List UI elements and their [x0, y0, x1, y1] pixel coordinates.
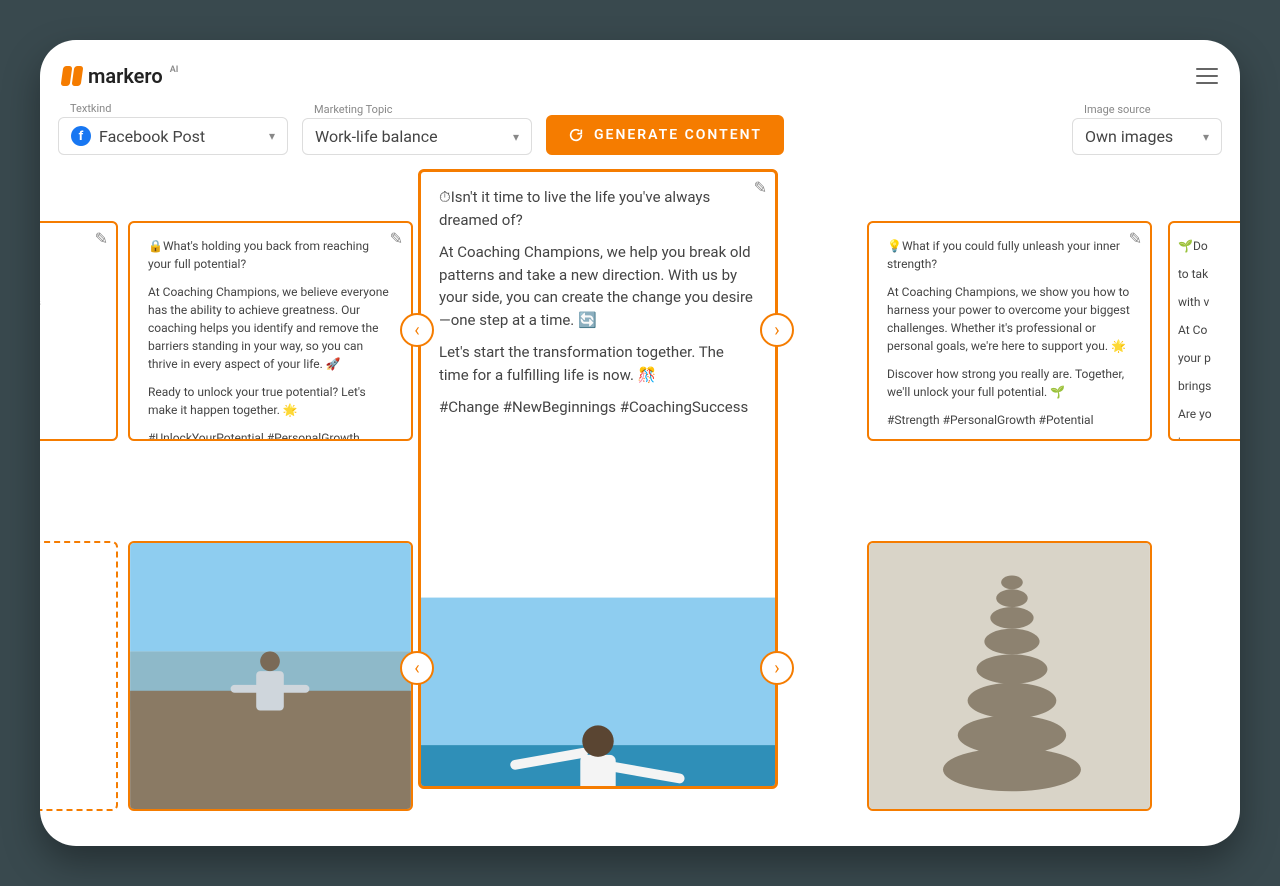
card-hashtags: #Strength #PersonalGrowth #Potential [887, 411, 1132, 429]
menu-icon[interactable] [1196, 68, 1218, 84]
refresh-icon [568, 127, 584, 143]
card-text: At Coaching Champions, we believe everyo… [148, 283, 393, 373]
card-text: At Co [1178, 321, 1240, 339]
center-image [421, 443, 775, 790]
pencil-icon[interactable]: ✎ [390, 229, 403, 248]
pencil-icon[interactable]: ✎ [754, 178, 767, 197]
card-text: Are yo [1178, 405, 1240, 423]
topic-field: Marketing Topic Work-life balance ▾ [302, 103, 532, 155]
card-text: 🌱Do [1178, 237, 1240, 255]
pencil-icon[interactable]: ✎ [95, 229, 108, 248]
pencil-icon[interactable]: ✎ [1129, 229, 1142, 248]
chevron-down-icon: ▾ [269, 129, 275, 143]
text-prev-button[interactable]: ‹ [400, 313, 434, 347]
brand-suffix: AI [170, 65, 179, 75]
card-text: At Coaching Champions, we show you how t… [887, 283, 1132, 355]
card-text: ns [40, 293, 98, 311]
chevron-down-icon: ▾ [513, 130, 519, 144]
image-prev-button[interactable]: ‹ [400, 651, 434, 685]
card-text: with v [1178, 293, 1240, 311]
card-text: n [40, 265, 98, 283]
text-card-left[interactable]: ✎ 🔒What's holding you back from reaching… [128, 221, 413, 441]
image-source-select[interactable]: Own images ▾ [1072, 118, 1222, 155]
card-text: journe [1178, 433, 1240, 441]
text-card-right[interactable]: ✎ 💡What if you could fully unleash your … [867, 221, 1152, 441]
image-next-button[interactable]: › [760, 651, 794, 685]
logo: markero AI [62, 64, 178, 88]
text-card-farright[interactable]: 🌱Do to tak with v At Co your p brings Ar… [1168, 221, 1240, 441]
text-card-farleft[interactable]: ✎ . n ns [40, 221, 118, 441]
textkind-field: Textkind f Facebook Post ▾ [58, 102, 288, 155]
brand-name: markero [88, 64, 163, 88]
card-text: brings [1178, 377, 1240, 395]
app-frame: markero AI Textkind f Facebook Post ▾ Mar… [40, 40, 1240, 846]
card-hashtags: #Change #NewBeginnings #CoachingSuccess [439, 396, 757, 419]
topic-select[interactable]: Work-life balance ▾ [302, 118, 532, 155]
toolbar: Textkind f Facebook Post ▾ Marketing Top… [58, 96, 1222, 173]
generate-button[interactable]: GENERATE CONTENT [546, 115, 784, 155]
card-text: At Coaching Champions, we help you break… [439, 241, 757, 331]
chevron-down-icon: ▾ [1203, 130, 1209, 144]
topic-label: Marketing Topic [302, 103, 532, 116]
topbar: markero AI [58, 64, 1222, 96]
image-source-value: Own images [1085, 127, 1173, 146]
image-source-field: Image source Own images ▾ [1072, 103, 1222, 155]
card-text: to tak [1178, 265, 1240, 283]
image-slot-left[interactable] [128, 541, 413, 811]
logo-mark [62, 66, 82, 86]
facebook-icon: f [71, 126, 91, 146]
content-carousel: ‹ › ‹ › ✎ . n ns ✎ 🔒What's holding you b… [58, 173, 1222, 793]
textkind-select[interactable]: f Facebook Post ▾ [58, 117, 288, 155]
generate-label: GENERATE CONTENT [594, 127, 762, 143]
image-slot-farleft[interactable] [40, 541, 118, 811]
card-hashtags: #UnlockYourPotential #PersonalGrowth #Co… [148, 429, 393, 441]
textkind-value: Facebook Post [99, 127, 205, 146]
image-slot-right[interactable] [867, 541, 1152, 811]
text-next-button[interactable]: › [760, 313, 794, 347]
topic-value: Work-life balance [315, 127, 438, 146]
card-text: Discover how strong you really are. Toge… [887, 365, 1132, 401]
textkind-label: Textkind [58, 102, 288, 115]
card-text: 🔒What's holding you back from reaching y… [148, 237, 393, 273]
card-text: Ready to unlock your true potential? Let… [148, 383, 393, 419]
card-text: your p [1178, 349, 1240, 367]
card-text: 💡What if you could fully unleash your in… [887, 237, 1132, 273]
text-card-center[interactable]: ✎ ⏱Isn't it time to live the life you've… [418, 169, 778, 789]
card-text: . [40, 237, 98, 255]
image-source-label: Image source [1072, 103, 1222, 116]
card-text: Let's start the transformation together.… [439, 341, 757, 386]
card-text: ⏱Isn't it time to live the life you've a… [439, 186, 757, 231]
